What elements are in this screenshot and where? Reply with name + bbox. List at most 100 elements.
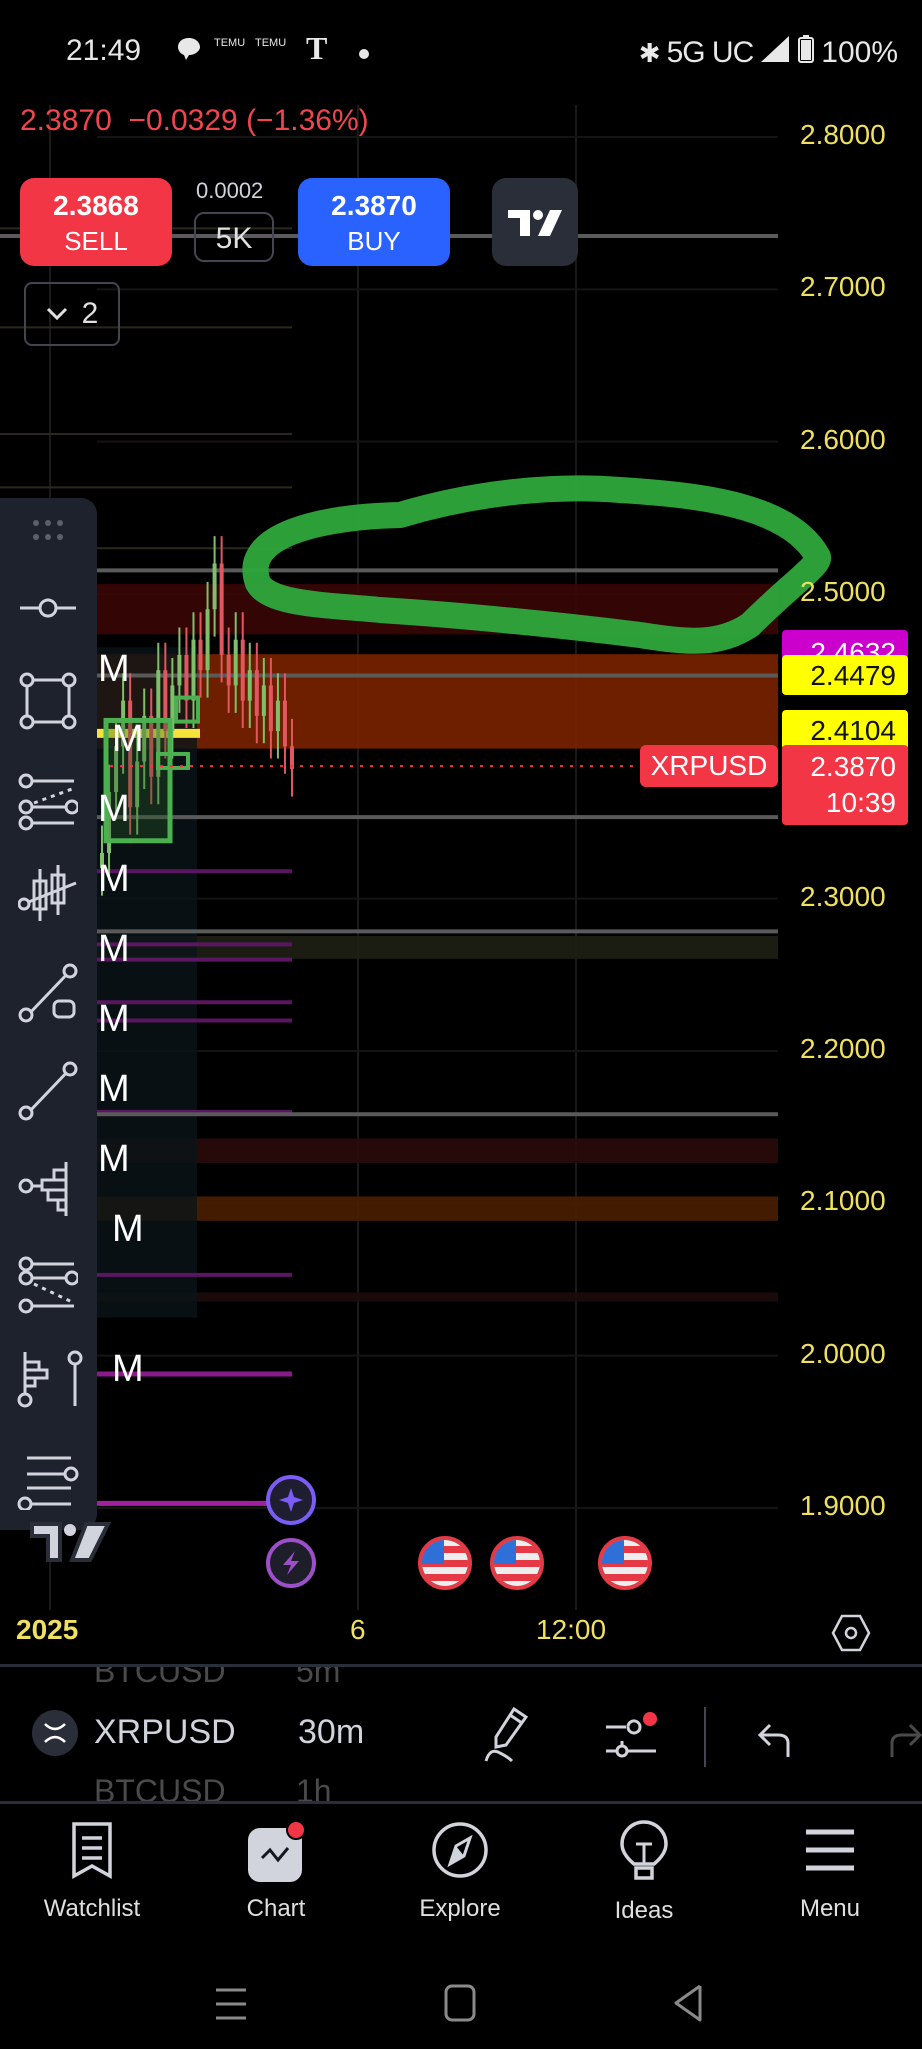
bar-countdown: 10:39 <box>825 787 896 818</box>
price-zone <box>97 1138 778 1163</box>
m-label: M <box>98 1068 130 1110</box>
undo-button[interactable] <box>756 1717 800 1766</box>
layers-count: 2 <box>81 297 99 330</box>
system-nav-bar <box>0 1956 922 2049</box>
horizontal-line-tool[interactable] <box>8 568 88 648</box>
current-price-label: 2.3870 10:39 <box>782 745 908 825</box>
toolbar-divider <box>704 1707 706 1767</box>
battery-percent: 100% <box>821 36 898 69</box>
recents-button[interactable] <box>214 1986 248 2027</box>
nav-label: Watchlist <box>43 1895 141 1922</box>
ghost-symbol-below: BTCUSD <box>94 1773 226 1804</box>
price-tick: 1.9000 <box>800 1490 886 1521</box>
back-icon <box>674 1984 702 2022</box>
parallel-lines-tool[interactable] <box>8 1440 88 1520</box>
price-tick: 2.1000 <box>800 1185 886 1217</box>
candle-body <box>177 654 182 686</box>
symbol-button[interactable]: XRPUSD <box>94 1713 236 1752</box>
sell-price: 2.3868 <box>53 190 139 221</box>
anchored-tools[interactable] <box>8 1338 88 1418</box>
tradingview-watermark-icon <box>30 1522 112 1562</box>
xrp-icon <box>44 1723 66 1743</box>
price-tick: 2.0000 <box>800 1337 886 1369</box>
trend-line-text-tool[interactable] <box>8 953 88 1033</box>
grip-dots-icon <box>33 520 63 540</box>
sell-button[interactable]: 2.3868 SELL <box>20 178 172 266</box>
price-tick: 2.3000 <box>800 880 886 912</box>
ghost-interval-above: 5m <box>296 1664 341 1689</box>
candle-body <box>268 685 273 732</box>
price-zone <box>97 1292 778 1302</box>
price-label-yellow-upper: 2.4479 <box>782 655 908 695</box>
m-label: M <box>98 928 130 970</box>
pattern-tool[interactable] <box>8 853 88 933</box>
fib-retracement-icon <box>18 773 78 831</box>
home-button[interactable] <box>444 1984 476 2027</box>
battery-icon <box>797 34 815 72</box>
nav-label: Chart <box>246 1895 306 1922</box>
chevron-down-icon <box>46 307 67 321</box>
quantity-button[interactable]: 5K <box>194 212 274 262</box>
candle-body <box>212 563 217 610</box>
lightbulb-icon <box>620 1820 668 1880</box>
us-flag-event[interactable] <box>418 1536 472 1590</box>
time-tick: 12:00 <box>536 1614 607 1645</box>
us-flag-event[interactable] <box>490 1536 544 1590</box>
indicators-button[interactable] <box>604 1707 664 1772</box>
signal-icon <box>759 34 791 72</box>
nav-ideas[interactable]: Ideas <box>569 1820 719 1925</box>
nav-watchlist[interactable]: Watchlist <box>17 1820 167 1923</box>
trend-line-tool[interactable] <box>8 1051 88 1131</box>
temu-icon: TEMU <box>214 38 245 49</box>
anchored-vwap-icon <box>17 1350 83 1408</box>
status-bar: 21:49 TEMU TEMU T ✱ 5G UC 100% <box>0 0 922 105</box>
redo-icon <box>890 1723 922 1757</box>
fib-retracement-tool[interactable] <box>8 763 88 843</box>
price-change-percent: (−1.36%) <box>246 104 369 137</box>
clock: 21:49 <box>66 34 142 67</box>
bookmark-list-icon <box>72 1822 112 1879</box>
draw-button[interactable] <box>484 1703 540 1768</box>
price-tick: 2.8000 <box>800 119 886 150</box>
layers-toggle-button[interactable]: 2 <box>24 282 120 346</box>
candle-body <box>275 700 280 732</box>
candle-body <box>219 563 224 655</box>
candlestick-pattern-icon <box>18 865 77 921</box>
undo-icon <box>757 1723 790 1757</box>
nav-menu[interactable]: Menu <box>755 1820 905 1923</box>
ai-assistant-button[interactable] <box>266 1475 316 1525</box>
flash-button[interactable] <box>266 1538 316 1588</box>
nav-explore[interactable]: Explore <box>385 1820 535 1923</box>
price-tick: 2.2000 <box>800 1033 886 1064</box>
candle-body <box>261 685 266 716</box>
back-button[interactable] <box>672 1984 704 2027</box>
recents-icon <box>216 1988 246 2020</box>
redo-button[interactable] <box>882 1717 922 1766</box>
rectangle-tool[interactable] <box>8 661 88 741</box>
tradingview-logo-button[interactable] <box>492 178 578 266</box>
parallel-lines-icon <box>17 1456 79 1510</box>
buy-button[interactable]: 2.3870 BUY <box>298 178 450 266</box>
us-flag-event[interactable] <box>598 1536 652 1590</box>
bluetooth-icon: ✱ <box>638 37 661 68</box>
trend-line-icon <box>18 1061 78 1121</box>
nav-chart[interactable]: Chart <box>201 1820 351 1923</box>
lightning-icon <box>283 1551 299 1575</box>
fib-channel-tool[interactable] <box>8 1246 88 1326</box>
candle-body <box>184 654 189 701</box>
symbol-quote: 2.3870 −0.0329 (−1.36%) <box>20 104 369 138</box>
candle-body <box>226 654 231 686</box>
candle-body <box>240 639 245 701</box>
toolbar-drag-handle[interactable] <box>8 510 88 550</box>
buy-label: BUY <box>347 226 401 256</box>
candle-body <box>282 700 287 747</box>
chart-settings-button[interactable] <box>830 1612 872 1659</box>
m-label: M <box>98 858 130 900</box>
price-zone <box>97 1196 778 1221</box>
ghost-interval-below: 1h <box>296 1773 332 1804</box>
m-label: M <box>98 648 130 690</box>
chat-bubble-icon <box>176 36 202 68</box>
interval-button[interactable]: 30m <box>298 1713 364 1752</box>
us-flag-icon <box>602 1540 648 1586</box>
volume-profile-tool[interactable] <box>8 1148 88 1228</box>
